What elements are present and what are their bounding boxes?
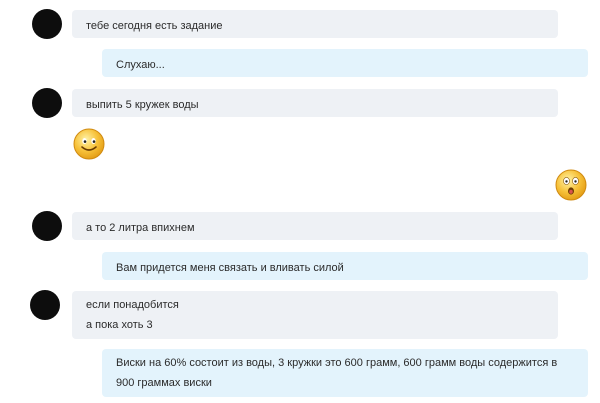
incoming-message: тебе сегодня есть задание: [72, 10, 558, 38]
outgoing-message: Слухаю...: [102, 49, 588, 77]
message-text: выпить 5 кружек воды: [86, 99, 199, 111]
contact-avatar[interactable]: [30, 290, 60, 320]
contact-avatar[interactable]: [32, 88, 62, 118]
message-text: Виски на 60% состоит из воды, 3 кружки э…: [116, 357, 558, 369]
smile-emoticon-icon: [73, 128, 105, 160]
message-text: а пока хоть 3: [86, 319, 153, 331]
incoming-message: выпить 5 кружек воды: [72, 89, 558, 117]
outgoing-message: Виски на 60% состоит из воды, 3 кружки э…: [102, 349, 588, 397]
contact-avatar[interactable]: [32, 211, 62, 241]
surprised-emoticon-icon: [555, 169, 587, 201]
incoming-message: а то 2 литра впихнем: [72, 212, 558, 240]
message-text: 900 граммах виски: [116, 377, 212, 389]
message-text: Слухаю...: [116, 59, 165, 71]
incoming-message: если понадобится а пока хоть 3: [72, 291, 558, 339]
contact-avatar[interactable]: [32, 9, 62, 39]
message-text: если понадобится: [86, 299, 179, 311]
outgoing-message: Вам придется меня связать и вливать сило…: [102, 252, 588, 280]
message-text: а то 2 литра впихнем: [86, 222, 195, 234]
message-text: тебе сегодня есть задание: [86, 20, 223, 32]
message-text: Вам придется меня связать и вливать сило…: [116, 262, 344, 274]
